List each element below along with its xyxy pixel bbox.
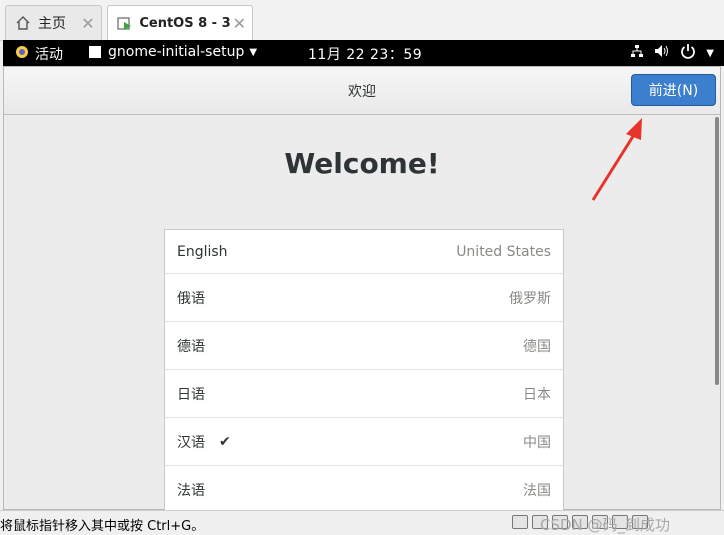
tab-centos-label: CentOS 8 - 3 [139, 16, 231, 31]
language-name: 法语 [177, 482, 205, 499]
language-row-german[interactable]: 德语 德国 [165, 322, 563, 370]
chevron-down-icon: ▼ [706, 47, 714, 59]
checkmark-icon: ✔ [219, 433, 231, 450]
language-name: English [177, 243, 228, 260]
app-menu-label: gnome-initial-setup [108, 44, 245, 60]
initial-setup-window: 欢迎 前进(N) Welcome! English United States … [3, 66, 721, 511]
vm-running-icon [116, 15, 133, 33]
language-row-french[interactable]: 法语 法国 [165, 466, 563, 511]
language-region: 法国 [523, 482, 551, 499]
language-region: 德国 [523, 338, 551, 355]
status-bar: 将鼠标指针移入其中或按 Ctrl+G。 CSDN @码_到成功 [0, 510, 724, 535]
language-list: English United States 俄语 俄罗斯 德语 德国 日语 日本… [164, 229, 564, 511]
language-row-chinese[interactable]: 汉语 ✔ 中国 [165, 418, 563, 466]
activities-icon [15, 45, 29, 63]
tab-home-label: 主页 [38, 16, 66, 32]
language-region: 俄罗斯 [509, 290, 551, 307]
activities-button[interactable]: 活动 [15, 44, 63, 64]
next-button[interactable]: 前进(N) [631, 74, 716, 106]
language-row-english[interactable]: English United States [165, 230, 563, 274]
close-tab-centos-icon[interactable]: ✕ [231, 14, 248, 33]
header-bar: 欢迎 前进(N) [4, 67, 720, 115]
window-title: 欢迎 [348, 84, 376, 100]
close-tab-home-icon[interactable]: ✕ [79, 14, 97, 33]
app-window-icon [89, 46, 101, 58]
language-name: 汉语 [177, 434, 205, 451]
language-name: 日语 [177, 386, 205, 403]
language-name: 德语 [177, 338, 205, 355]
power-icon [680, 43, 696, 63]
status-message: 将鼠标指针移入其中或按 Ctrl+G。 [0, 519, 205, 534]
network-icon [630, 44, 644, 62]
vm-tab-bar: 主页 ✕ CentOS 8 - 3 ✕ [0, 0, 724, 41]
chevron-down-icon: ▼ [249, 46, 258, 58]
welcome-heading: Welcome! [284, 147, 440, 180]
language-region: 日本 [523, 386, 551, 403]
hard-disk-icon[interactable] [512, 515, 528, 529]
app-menu[interactable]: gnome-initial-setup ▼ [89, 44, 257, 60]
watermark: CSDN @码_到成功 [540, 516, 671, 534]
home-icon [14, 14, 32, 32]
language-row-russian[interactable]: 俄语 俄罗斯 [165, 274, 563, 322]
scrollbar[interactable] [715, 117, 719, 385]
tab-home[interactable]: 主页 ✕ [5, 5, 102, 40]
tab-centos[interactable]: CentOS 8 - 3 ✕ [107, 5, 253, 41]
gnome-top-bar: 活动 gnome-initial-setup ▼ 11月 22 23：59 ▼ [3, 40, 724, 66]
system-menu[interactable]: ▼ [630, 43, 714, 63]
language-name: 俄语 [177, 290, 205, 307]
clock[interactable]: 11月 22 23：59 [308, 44, 422, 64]
volume-icon [654, 44, 670, 62]
language-row-japanese[interactable]: 日语 日本 [165, 370, 563, 418]
activities-label: 活动 [35, 47, 63, 63]
language-region: United States [456, 243, 551, 260]
language-region: 中国 [523, 434, 551, 451]
